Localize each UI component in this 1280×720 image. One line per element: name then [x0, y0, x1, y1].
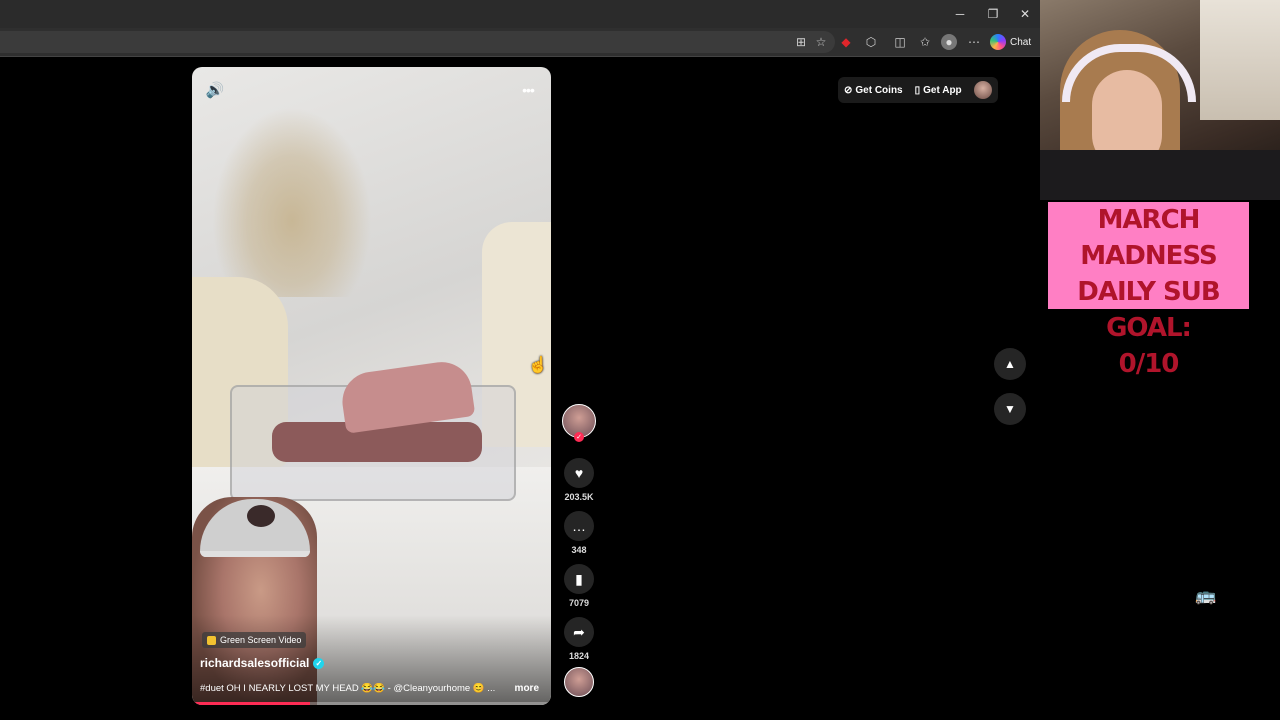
video-progress-bar[interactable] — [192, 702, 551, 705]
verified-icon: ✓ — [313, 657, 325, 669]
video-player[interactable]: 🔊 ••• Green Screen Video richardsalesoff… — [192, 67, 551, 705]
sound-disc-avatar[interactable] — [564, 667, 594, 697]
video-caption: #duet OH I NEARLY LOST MY HEAD 😂😂 - @Cle… — [200, 683, 496, 694]
bus-widget: 🚌 — [1195, 586, 1266, 606]
browser-titlebar: ─ ❐ ✕ — [0, 0, 1040, 28]
heart-icon[interactable]: ♥ — [564, 458, 594, 488]
address-bar[interactable] — [0, 31, 835, 53]
previous-video-button[interactable]: ▲ — [994, 348, 1026, 380]
close-button[interactable]: ✕ — [1015, 4, 1035, 24]
browser-toolbar: ⊞ ☆ ◆ ⬡ ◫ ✩ ● ⋯ Chat — [0, 28, 1040, 57]
author-name[interactable]: richardsalesofficial ✓ — [200, 656, 325, 670]
favorite-star-icon[interactable]: ☆ — [813, 34, 829, 50]
green-screen-badge[interactable]: Green Screen Video — [202, 632, 307, 648]
bookmark-icon[interactable]: ▮ — [564, 564, 594, 594]
share-action[interactable]: ➦ 1824 — [562, 617, 596, 665]
profile-icon[interactable]: ● — [941, 34, 957, 50]
split-screen-icon[interactable]: ◫ — [892, 34, 908, 50]
favorites-icon[interactable]: ✩ — [917, 34, 933, 50]
phone-icon: ▯ — [914, 84, 921, 96]
sub-goal-line2: DAILY SUB GOAL: — [1077, 277, 1220, 343]
action-bar: ✓ ♥ 203.5K … 348 ▮ 7079 ➦ 1824 — [562, 404, 596, 697]
video-scene — [212, 107, 372, 297]
app-available-icon[interactable]: ⊞ — [793, 34, 809, 50]
more-options-icon[interactable]: ••• — [517, 79, 539, 101]
next-video-button[interactable]: ▼ — [994, 393, 1026, 425]
stream-overlay: MARCH MADNESS DAILY SUB GOAL: 0/10 🚌 — [1040, 0, 1280, 720]
bus-icon: 🚌 — [1195, 586, 1217, 605]
chat-label: Chat — [1010, 36, 1032, 48]
chevron-up-icon: ▲ — [1004, 357, 1016, 371]
follow-icon[interactable]: ✓ — [574, 432, 584, 442]
save-action[interactable]: ▮ 7079 — [562, 564, 596, 612]
get-app-button[interactable]: ▯ Get App — [915, 85, 962, 96]
like-count: 203.5K — [564, 492, 594, 502]
comment-count: 348 — [571, 545, 587, 555]
extensions-puzzle-icon[interactable]: ⬡ — [863, 34, 879, 50]
user-avatar[interactable] — [973, 81, 992, 99]
comment-icon[interactable]: … — [564, 511, 594, 541]
share-icon[interactable]: ➦ — [564, 617, 594, 647]
green-screen-icon — [207, 635, 216, 645]
tiktok-page: 🔊 ••• Green Screen Video richardsalesoff… — [0, 57, 1040, 720]
coin-icon: ⊘ — [844, 84, 853, 96]
minimize-button[interactable]: ─ — [950, 4, 970, 24]
top-right-actions: ⊘ Get Coins ▯ Get App — [838, 77, 998, 103]
volume-icon[interactable]: 🔊 — [204, 79, 226, 101]
sub-goal-banner: MARCH MADNESS DAILY SUB GOAL: 0/10 — [1048, 202, 1249, 379]
chevron-down-icon: ▼ — [1004, 402, 1016, 416]
get-coins-button[interactable]: ⊘ Get Coins — [844, 85, 903, 96]
sub-goal-line1: MARCH MADNESS — [1080, 205, 1217, 271]
sub-goal-count: 0/10 — [1118, 349, 1180, 379]
save-count: 7079 — [568, 598, 590, 608]
restore-button[interactable]: ❐ — [983, 4, 1003, 24]
more-menu-icon[interactable]: ⋯ — [966, 34, 982, 50]
comment-action[interactable]: … 348 — [562, 511, 596, 559]
copilot-icon — [990, 34, 1006, 50]
video-progress-fill — [192, 702, 311, 705]
extension-icon[interactable]: ◆ — [838, 34, 854, 50]
copilot-chat-button[interactable]: Chat — [990, 31, 1031, 53]
mouse-cursor-icon: ☝ — [528, 357, 548, 374]
like-action[interactable]: ♥ 203.5K — [562, 458, 596, 506]
caption-more-link[interactable]: more — [515, 683, 539, 694]
share-count: 1824 — [568, 651, 590, 661]
creator-avatar[interactable]: ✓ — [562, 404, 596, 442]
webcam-feed — [1040, 0, 1280, 200]
